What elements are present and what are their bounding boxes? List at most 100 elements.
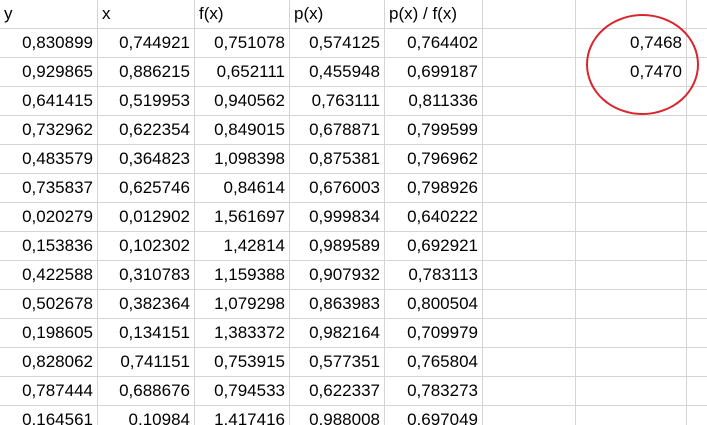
empty-cell[interactable]	[687, 145, 707, 174]
data-cell[interactable]: 0,625746	[98, 174, 195, 203]
data-cell[interactable]: 0,763111	[290, 87, 385, 116]
data-cell[interactable]: 0,886215	[98, 58, 195, 87]
column-header-cell[interactable]: y	[0, 0, 98, 29]
empty-cell[interactable]	[576, 348, 687, 377]
data-cell[interactable]: 1,417416	[195, 406, 290, 425]
data-cell[interactable]: 1,098398	[195, 145, 290, 174]
data-cell[interactable]: 0,455948	[290, 58, 385, 87]
data-cell[interactable]: 0,692921	[385, 232, 483, 261]
data-cell[interactable]: 0,134151	[98, 319, 195, 348]
empty-cell[interactable]	[687, 116, 707, 145]
data-cell[interactable]: 0,676003	[290, 174, 385, 203]
empty-cell[interactable]	[576, 232, 687, 261]
data-cell[interactable]: 0,828062	[0, 348, 98, 377]
data-cell[interactable]: 1,561697	[195, 203, 290, 232]
empty-cell[interactable]	[576, 377, 687, 406]
column-header-cell[interactable]: f(x)	[195, 0, 290, 29]
data-cell[interactable]: 0,735837	[0, 174, 98, 203]
data-cell[interactable]: 0,783273	[385, 377, 483, 406]
empty-cell[interactable]	[483, 29, 576, 58]
data-cell[interactable]: 0,519953	[98, 87, 195, 116]
empty-cell[interactable]	[483, 348, 576, 377]
empty-cell[interactable]	[483, 174, 576, 203]
data-cell[interactable]: 0,10984	[98, 406, 195, 425]
empty-cell[interactable]	[576, 319, 687, 348]
empty-cell[interactable]	[687, 319, 707, 348]
data-cell[interactable]: 1,383372	[195, 319, 290, 348]
data-cell[interactable]: 0,863983	[290, 290, 385, 319]
empty-cell[interactable]	[687, 58, 707, 87]
empty-cell[interactable]	[483, 290, 576, 319]
empty-cell[interactable]	[483, 232, 576, 261]
empty-cell[interactable]	[483, 261, 576, 290]
empty-cell[interactable]	[576, 290, 687, 319]
side-value-cell[interactable]: 0,7470	[576, 58, 687, 87]
empty-cell[interactable]	[687, 203, 707, 232]
data-cell[interactable]: 0,732962	[0, 116, 98, 145]
data-cell[interactable]: 0,796962	[385, 145, 483, 174]
empty-cell[interactable]	[483, 145, 576, 174]
data-cell[interactable]: 0,688676	[98, 377, 195, 406]
data-cell[interactable]: 0,709979	[385, 319, 483, 348]
side-value-cell[interactable]: 0,7468	[576, 29, 687, 58]
data-cell[interactable]: 0,940562	[195, 87, 290, 116]
data-cell[interactable]: 0,751078	[195, 29, 290, 58]
empty-cell[interactable]	[576, 0, 687, 29]
data-cell[interactable]: 0,153836	[0, 232, 98, 261]
empty-cell[interactable]	[483, 116, 576, 145]
data-cell[interactable]: 0,811336	[385, 87, 483, 116]
data-cell[interactable]: 0,164561	[0, 406, 98, 425]
data-cell[interactable]: 0,794533	[195, 377, 290, 406]
empty-cell[interactable]	[687, 0, 707, 29]
data-cell[interactable]: 0,989589	[290, 232, 385, 261]
empty-cell[interactable]	[483, 319, 576, 348]
data-cell[interactable]: 0,800504	[385, 290, 483, 319]
data-cell[interactable]: 0,198605	[0, 319, 98, 348]
empty-cell[interactable]	[483, 0, 576, 29]
data-cell[interactable]: 0,999834	[290, 203, 385, 232]
empty-cell[interactable]	[483, 377, 576, 406]
empty-cell[interactable]	[576, 261, 687, 290]
data-cell[interactable]: 0,982164	[290, 319, 385, 348]
data-cell[interactable]: 0,830899	[0, 29, 98, 58]
empty-cell[interactable]	[687, 261, 707, 290]
data-cell[interactable]: 0,744921	[98, 29, 195, 58]
data-cell[interactable]: 0,787444	[0, 377, 98, 406]
empty-cell[interactable]	[687, 87, 707, 116]
data-cell[interactable]: 0,020279	[0, 203, 98, 232]
data-cell[interactable]: 0,875381	[290, 145, 385, 174]
data-cell[interactable]: 0,988008	[290, 406, 385, 425]
empty-cell[interactable]	[687, 232, 707, 261]
data-cell[interactable]: 0,753915	[195, 348, 290, 377]
empty-cell[interactable]	[576, 203, 687, 232]
empty-cell[interactable]	[687, 377, 707, 406]
data-cell[interactable]: 1,42814	[195, 232, 290, 261]
data-cell[interactable]: 0,640222	[385, 203, 483, 232]
data-cell[interactable]: 0,652111	[195, 58, 290, 87]
data-cell[interactable]: 0,574125	[290, 29, 385, 58]
data-cell[interactable]: 0,102302	[98, 232, 195, 261]
empty-cell[interactable]	[576, 116, 687, 145]
data-cell[interactable]: 0,641415	[0, 87, 98, 116]
column-header-cell[interactable]: p(x)	[290, 0, 385, 29]
data-cell[interactable]: 0,741151	[98, 348, 195, 377]
data-cell[interactable]: 0,483579	[0, 145, 98, 174]
data-cell[interactable]: 0,422588	[0, 261, 98, 290]
data-cell[interactable]: 0,907932	[290, 261, 385, 290]
empty-cell[interactable]	[483, 406, 576, 425]
data-cell[interactable]: 0,783113	[385, 261, 483, 290]
data-cell[interactable]: 0,310783	[98, 261, 195, 290]
data-cell[interactable]: 1,079298	[195, 290, 290, 319]
data-cell[interactable]: 0,799599	[385, 116, 483, 145]
column-header-cell[interactable]: x	[98, 0, 195, 29]
empty-cell[interactable]	[687, 174, 707, 203]
data-cell[interactable]: 0,849015	[195, 116, 290, 145]
empty-cell[interactable]	[483, 203, 576, 232]
data-cell[interactable]: 0,502678	[0, 290, 98, 319]
data-cell[interactable]: 0,765804	[385, 348, 483, 377]
data-cell[interactable]: 0,364823	[98, 145, 195, 174]
empty-cell[interactable]	[576, 87, 687, 116]
empty-cell[interactable]	[576, 406, 687, 425]
data-cell[interactable]: 0,798926	[385, 174, 483, 203]
column-header-cell[interactable]: p(x) / f(x)	[385, 0, 483, 29]
